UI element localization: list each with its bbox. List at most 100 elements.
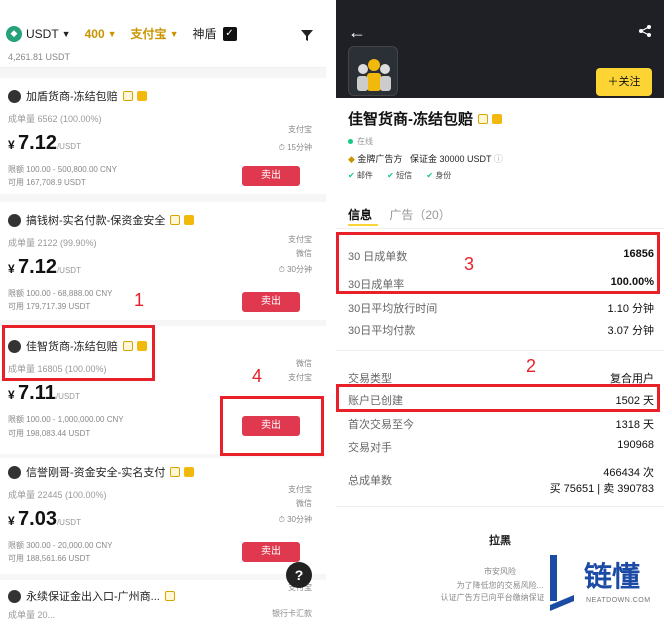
shendun-label: 神盾 bbox=[192, 27, 217, 41]
avatar bbox=[8, 89, 21, 103]
ad-card[interactable]: 信誉刚哥-资金安全-实名支付 成单量 22445 (100.00%) ¥ 7.0… bbox=[0, 458, 326, 574]
avatar bbox=[8, 465, 21, 479]
time-limit: ⏱ 30分钟 bbox=[278, 265, 312, 274]
verified-badge-icon bbox=[184, 467, 195, 477]
merchant-title: 佳智货商-冻结包赔 bbox=[348, 108, 502, 129]
gold-badge-icon bbox=[164, 591, 175, 601]
verified-badge-icon bbox=[136, 91, 147, 101]
divider bbox=[336, 506, 664, 507]
payment-method: 微信 bbox=[296, 499, 312, 508]
annotation-label-4: 4 bbox=[252, 366, 263, 386]
deposit-row: ◆ 金牌广告方 保证金 30000 USDT ⓘ bbox=[348, 154, 503, 164]
sell-button[interactable]: 卖出 bbox=[242, 166, 300, 186]
order-stat: 成单量 2122 (99.90%) bbox=[8, 238, 97, 248]
verification-row: 邮件 短信 身份 bbox=[348, 170, 463, 181]
stat-row: 30日平均放行时间 1.10 分钟 bbox=[348, 303, 654, 315]
gold-badge-icon bbox=[122, 91, 133, 101]
checkbox-checked-icon[interactable]: ✓ bbox=[222, 26, 237, 41]
shendun-toggle[interactable]: 神盾 ✓ bbox=[192, 25, 237, 42]
stat-row: 首次交易至今 1318 天 bbox=[348, 419, 654, 431]
annotation-box-4 bbox=[220, 396, 324, 456]
annotation-label-3: 3 bbox=[464, 254, 475, 274]
share-icon[interactable] bbox=[638, 24, 652, 38]
filter-bar: ◆ USDT ▼ 400 ▼ 支付宝 ▼ 神盾 ✓ 4,261.81 USDT bbox=[0, 0, 326, 68]
payment-method: 支付宝 bbox=[288, 373, 312, 382]
logo-mark-icon bbox=[550, 555, 574, 611]
time-limit: ⏱ 15分钟 bbox=[278, 143, 312, 152]
verified-badge-icon bbox=[492, 113, 502, 124]
annotation-box-2 bbox=[336, 384, 660, 412]
sms-verified: 短信 bbox=[387, 171, 412, 180]
stat-row: 交易对手 190968 bbox=[348, 439, 654, 454]
sell-button[interactable]: 卖出 bbox=[242, 542, 300, 562]
filter-icon[interactable] bbox=[300, 28, 314, 42]
merchant-name-row[interactable]: 加盾货商-冻结包赔 bbox=[8, 88, 147, 104]
chevron-down-icon: ▼ bbox=[61, 28, 71, 39]
help-button[interactable]: ? bbox=[286, 562, 312, 588]
gold-badge-icon bbox=[170, 467, 181, 477]
payment-method: 支付宝 bbox=[288, 235, 312, 244]
payment-method: 支付宝 bbox=[288, 485, 312, 494]
price: ¥ 7.12/USDT bbox=[8, 256, 81, 278]
amount-selector[interactable]: 400 ▼ bbox=[85, 27, 117, 41]
merchant-profile-panel: ← ＋关注 佳智货商-冻结包赔 在线 ◆ 金牌广告方 保证金 30000 USD… bbox=[336, 0, 664, 619]
active-tab-indicator bbox=[348, 224, 378, 226]
currency-label: USDT bbox=[26, 26, 59, 41]
annotation-label-2: 2 bbox=[526, 356, 537, 376]
id-verified: 身份 bbox=[426, 171, 451, 180]
chevron-down-icon: ▼ bbox=[169, 28, 179, 39]
currency-selector[interactable]: ◆ USDT ▼ bbox=[6, 25, 71, 42]
merchant-avatar bbox=[348, 46, 398, 96]
follow-button[interactable]: ＋关注 bbox=[596, 68, 652, 96]
panel-divider bbox=[326, 0, 336, 619]
merchant-name: 加盾货商-冻结包赔 bbox=[26, 91, 118, 103]
divider bbox=[336, 350, 664, 351]
ad-card[interactable]: 加盾货商-冻结包赔 成单量 6562 (100.00%) ¥ 7.12/USDT… bbox=[0, 78, 326, 194]
ad-card[interactable]: 永续保证金出入口-广州商... 成单量 20... 支付宝 银行卡汇款 bbox=[0, 580, 326, 619]
payment-method: 微信 bbox=[296, 249, 312, 258]
annotation-box-3 bbox=[336, 232, 660, 294]
payment-label: 支付宝 bbox=[130, 27, 167, 41]
gold-advertiser-label: 金牌广告方 bbox=[357, 154, 403, 164]
limit-text: 限额 300.00 - 20,000.00 CNY bbox=[8, 541, 113, 550]
merchant-name-row[interactable]: 搞钱树-实名付款-保资金安全 bbox=[8, 212, 195, 228]
info-icon[interactable]: ⓘ bbox=[494, 154, 503, 164]
available-text: 可用 198,083.44 USDT bbox=[8, 429, 91, 438]
merchant-name: 信誉刚哥-资金安全-实名支付 bbox=[26, 467, 166, 479]
annotation-box-1 bbox=[2, 325, 155, 381]
price: ¥ 7.11/USDT bbox=[8, 382, 80, 404]
block-button[interactable]: 拉黑 bbox=[336, 532, 664, 548]
tab-info[interactable]: 信息 bbox=[348, 208, 372, 222]
price: ¥ 7.12/USDT bbox=[8, 132, 81, 154]
tab-ads[interactable]: 广告（20） bbox=[389, 208, 450, 222]
payment-method: 银行卡汇款 bbox=[272, 609, 312, 618]
divider bbox=[336, 228, 664, 229]
verified-badge-icon bbox=[184, 215, 195, 225]
stat-row: 30日平均付款 3.07 分钟 bbox=[348, 325, 654, 337]
profile-tabs: 信息 广告（20） bbox=[348, 206, 451, 223]
usdt-icon: ◆ bbox=[6, 25, 22, 42]
order-stat: 成单量 6562 (100.00%) bbox=[8, 114, 102, 124]
available-text: 可用 167,708.9 USDT bbox=[8, 178, 86, 187]
deposit-amount: 保证金 30000 USDT bbox=[409, 154, 492, 164]
sell-button[interactable]: 卖出 bbox=[242, 292, 300, 312]
price: ¥ 7.03/USDT bbox=[8, 508, 81, 530]
available-text: 可用 179,717.39 USDT bbox=[8, 302, 91, 311]
chevron-down-icon: ▼ bbox=[107, 28, 117, 39]
email-verified: 邮件 bbox=[348, 171, 373, 180]
merchant-name: 搞钱树-实名付款-保资金安全 bbox=[26, 215, 166, 227]
merchant-name-row[interactable]: 信誉刚哥-资金安全-实名支付 bbox=[8, 464, 195, 480]
online-status: 在线 bbox=[348, 136, 373, 147]
ad-card[interactable]: 搞钱树-实名付款-保资金安全 成单量 2122 (99.90%) ¥ 7.12/… bbox=[0, 202, 326, 320]
order-stat: 成单量 22445 (100.00%) bbox=[8, 490, 107, 500]
limit-text: 限额 100.00 - 68,888.00 CNY bbox=[8, 289, 113, 298]
merchant-name-row[interactable]: 永续保证金出入口-广州商... bbox=[8, 588, 175, 604]
limit-text: 限额 100.00 - 500,800.00 CNY bbox=[8, 165, 117, 174]
gold-badge-icon bbox=[478, 113, 488, 124]
payment-selector[interactable]: 支付宝 ▼ bbox=[131, 25, 179, 42]
back-arrow-icon[interactable]: ← bbox=[348, 22, 366, 43]
watermark-logo: 链懂 NEATDOWN.COM bbox=[544, 549, 664, 619]
available-text: 可用 188,561.66 USDT bbox=[8, 554, 91, 563]
avatar bbox=[8, 213, 21, 227]
merchant-name: 永续保证金出入口-广州商... bbox=[26, 591, 160, 603]
